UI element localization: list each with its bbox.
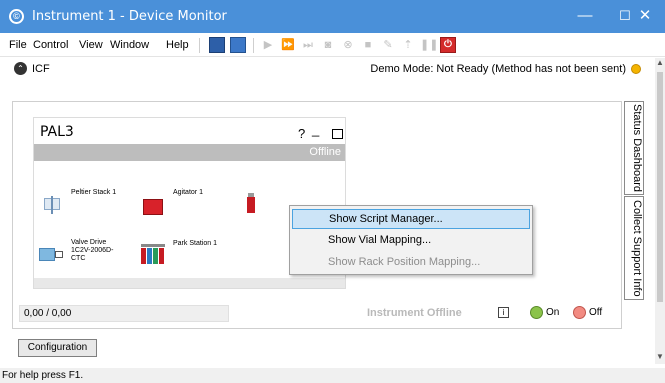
agitator-label: Agitator 1 xyxy=(173,189,203,196)
peltier-label: Peltier Stack 1 xyxy=(71,189,117,196)
off-icon[interactable] xyxy=(573,306,586,319)
close-button[interactable]: ✕ xyxy=(625,0,665,33)
stop-square-icon[interactable]: ■ xyxy=(360,37,376,53)
menu-file[interactable]: File xyxy=(9,39,27,51)
tab-collect-support-info[interactable]: Collect Support Info xyxy=(624,196,644,300)
module-name: PAL3 xyxy=(40,124,74,140)
on-label[interactable]: On xyxy=(546,307,559,318)
collapse-chevron-icon[interactable]: ⌃ xyxy=(14,62,27,75)
valve-drive-label-line2: 1C2V-2006D- xyxy=(71,247,114,254)
peltier-stack-icon[interactable] xyxy=(40,196,64,214)
demo-status-text: Demo Mode: Not Ready (Method has not bee… xyxy=(370,63,626,75)
valve-drive-label-line1: Valve Drive xyxy=(71,239,107,246)
method-edit-icon[interactable] xyxy=(230,37,246,53)
module-maximize-button[interactable] xyxy=(332,129,343,139)
menu-bar: File Control View Window Help ▶ ⏩ ⏭ ◙ ⊗ … xyxy=(0,33,665,57)
fast-forward-icon[interactable]: ⏩ xyxy=(280,37,296,53)
scroll-thumb[interactable] xyxy=(657,72,663,302)
icf-header: ⌃ ICF Demo Mode: Not Ready (Method has n… xyxy=(0,58,655,80)
pause-icon[interactable]: ❚❚ xyxy=(420,37,438,53)
step-icon[interactable]: ⏭ xyxy=(300,37,316,53)
valve-drive-label-line3: CTC xyxy=(71,255,86,262)
park-station-label: Park Station 1 xyxy=(173,240,217,247)
progress-value-field: 0,00 / 0,00 xyxy=(19,305,229,322)
valve-drive-icon[interactable] xyxy=(39,246,65,262)
tool-icon[interactable]: ✎ xyxy=(380,37,396,53)
app-icon: © xyxy=(9,9,24,24)
module-state-label: Offline xyxy=(309,146,341,158)
menu-help[interactable]: Help xyxy=(166,39,189,51)
status-indicator-icon xyxy=(631,64,641,74)
module-minimize-button[interactable]: _ xyxy=(312,122,319,137)
status-bar: For help press F1. xyxy=(0,368,665,383)
toolbar-separator xyxy=(253,38,254,53)
menu-item-show-script-manager[interactable]: Show Script Manager... xyxy=(292,209,530,229)
off-label[interactable]: Off xyxy=(589,307,602,318)
stop-circle-icon[interactable]: ⊗ xyxy=(340,37,356,53)
method-icon[interactable] xyxy=(209,37,225,53)
scroll-up-arrow-icon[interactable]: ▲ xyxy=(655,58,665,70)
toolbar-separator xyxy=(199,38,200,53)
play-icon[interactable]: ▶ xyxy=(260,37,276,53)
camera-icon[interactable]: ◙ xyxy=(320,37,336,53)
wash-station-icon[interactable] xyxy=(245,193,257,217)
icf-label: ICF xyxy=(32,63,50,75)
menu-window[interactable]: Window xyxy=(110,39,149,51)
menu-item-show-rack-position-mapping[interactable]: Show Rack Position Mapping... xyxy=(292,253,530,273)
window-title: Instrument 1 - Device Monitor xyxy=(32,9,227,24)
scroll-down-arrow-icon[interactable]: ▼ xyxy=(655,352,665,364)
info-icon[interactable]: i xyxy=(498,307,509,318)
menu-control[interactable]: Control xyxy=(33,39,68,51)
tab-status-dashboard[interactable]: Status Dashboard xyxy=(624,101,644,195)
context-menu: Show Script Manager... Show Vial Mapping… xyxy=(289,205,533,275)
instrument-state-label: Instrument Offline xyxy=(367,307,462,319)
module-footer-bar xyxy=(34,278,345,288)
arrow-up-icon[interactable]: ⇡ xyxy=(400,37,416,53)
agitator-icon[interactable] xyxy=(141,198,165,216)
module-state-bar: Offline xyxy=(34,144,345,161)
module-help-button[interactable]: ? xyxy=(298,126,305,141)
menu-item-show-vial-mapping[interactable]: Show Vial Mapping... xyxy=(292,231,530,251)
vertical-scrollbar[interactable]: ▲ ▼ xyxy=(655,58,665,364)
title-bar: © Instrument 1 - Device Monitor — ☐ ✕ xyxy=(0,0,665,33)
menu-view[interactable]: View xyxy=(79,39,103,51)
on-icon[interactable] xyxy=(530,306,543,319)
minimize-button[interactable]: — xyxy=(565,0,605,33)
park-station-icon[interactable] xyxy=(141,244,165,266)
power-icon[interactable]: ⏻ xyxy=(440,37,456,53)
configuration-button[interactable]: Configuration xyxy=(18,339,97,357)
